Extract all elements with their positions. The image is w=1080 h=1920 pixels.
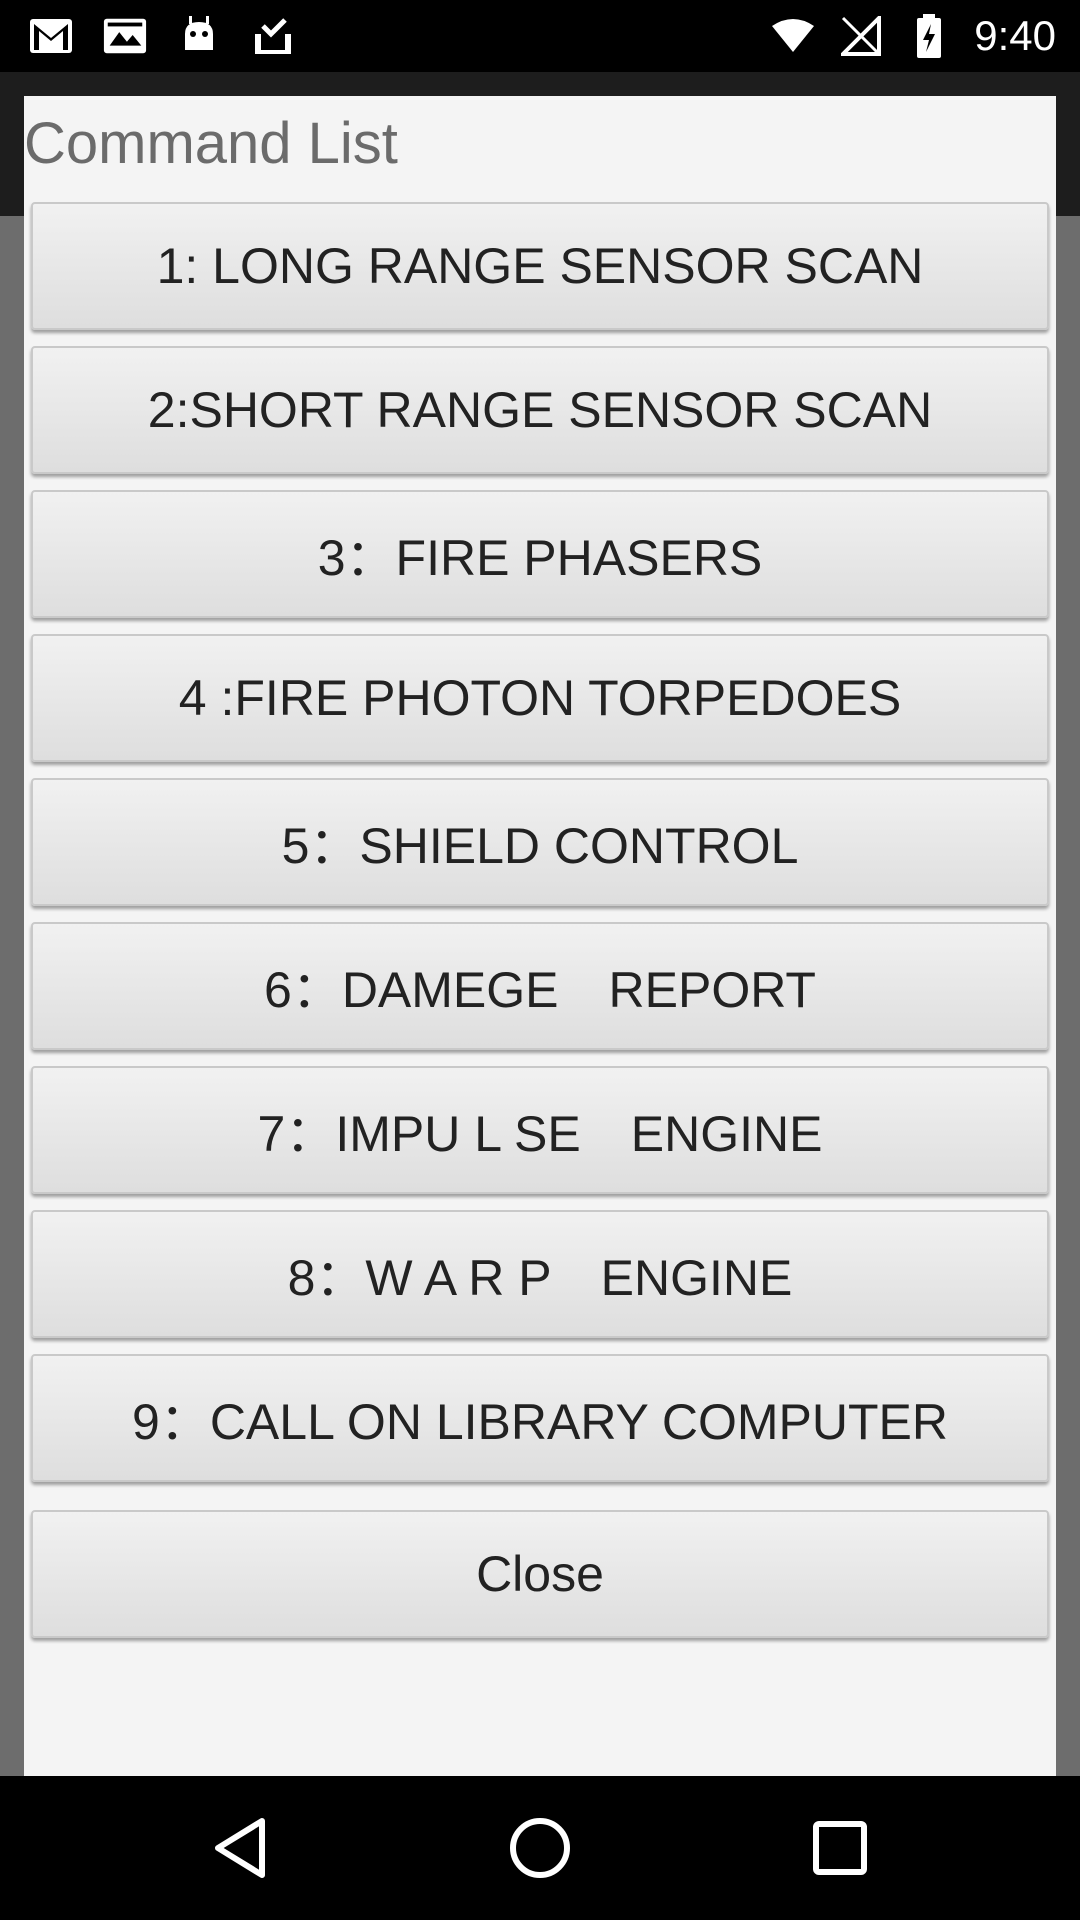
command-button-warp-engine[interactable]: 8：W A R P ENGINE bbox=[31, 1210, 1049, 1338]
gallery-icon bbox=[102, 13, 148, 59]
gmail-icon bbox=[28, 13, 74, 59]
signal-icon bbox=[838, 13, 884, 59]
back-icon[interactable] bbox=[204, 1812, 276, 1884]
clipboard-check-icon bbox=[250, 13, 296, 59]
android-icon bbox=[176, 13, 222, 59]
close-button[interactable]: Close bbox=[31, 1510, 1049, 1638]
wifi-icon bbox=[770, 13, 816, 59]
command-button-damage-report[interactable]: 6：DAMEGE REPORT bbox=[31, 922, 1049, 1050]
command-button-fire-photon-torpedoes[interactable]: 4 :FIRE PHOTON TORPEDOES bbox=[31, 634, 1049, 762]
command-button-fire-phasers[interactable]: 3：FIRE PHASERS bbox=[31, 490, 1049, 618]
command-button-short-range-scan[interactable]: 2:SHORT RANGE SENSOR SCAN bbox=[31, 346, 1049, 474]
command-button-shield-control[interactable]: 5：SHIELD CONTROL bbox=[31, 778, 1049, 906]
dialog-title: Command List bbox=[24, 111, 398, 176]
home-icon[interactable] bbox=[504, 1812, 576, 1884]
status-time: 9:40 bbox=[974, 12, 1056, 59]
recents-icon[interactable] bbox=[804, 1812, 876, 1884]
battery-icon bbox=[906, 13, 952, 59]
command-button-impulse-engine[interactable]: 7：IMPU L SE ENGINE bbox=[31, 1066, 1049, 1194]
navigation-bar bbox=[0, 1776, 1080, 1920]
command-list-dialog: Command List 1: LONG RANGE SENSOR SCAN 2… bbox=[24, 96, 1056, 1776]
status-bar: 9:40 bbox=[0, 0, 1080, 72]
command-button-library-computer[interactable]: 9：CALL ON LIBRARY COMPUTER bbox=[31, 1354, 1049, 1482]
command-button-long-range-scan[interactable]: 1: LONG RANGE SENSOR SCAN bbox=[31, 202, 1049, 330]
